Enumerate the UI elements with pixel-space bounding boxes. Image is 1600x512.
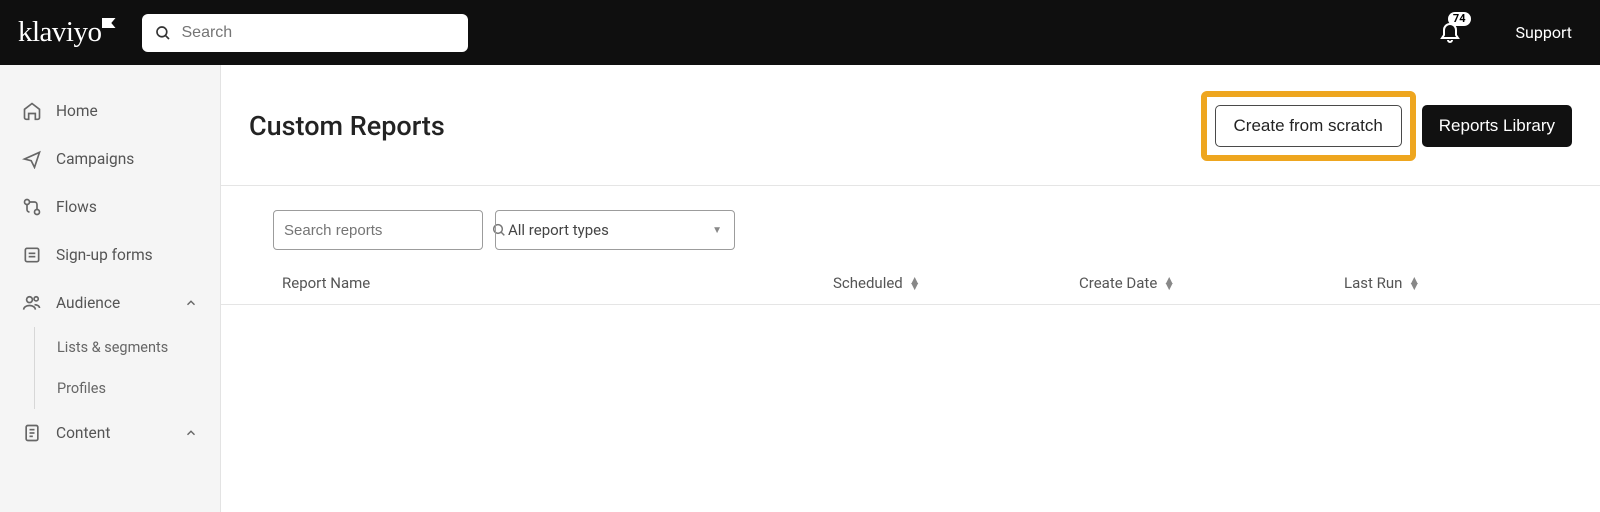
send-icon — [22, 149, 42, 169]
sidebar-item-lists-segments[interactable]: Lists & segments — [35, 327, 220, 368]
support-link[interactable]: Support — [1516, 23, 1572, 42]
search-reports-input[interactable] — [284, 222, 483, 239]
sidebar-item-label: Content — [56, 424, 110, 442]
dropdown-caret-icon: ▼ — [712, 225, 722, 236]
search-reports[interactable] — [273, 210, 483, 250]
create-from-scratch-button[interactable]: Create from scratch — [1215, 105, 1402, 147]
home-icon — [22, 101, 42, 121]
brand-text: klaviyo — [18, 16, 102, 48]
sidebar-item-label: Campaigns — [56, 150, 134, 168]
table-header: Report Name Scheduled ▲▼ Create Date ▲▼ … — [221, 268, 1600, 305]
sidebar-item-label: Profiles — [57, 380, 106, 397]
column-label: Report Name — [282, 274, 370, 292]
page-title: Custom Reports — [249, 110, 445, 142]
notification-count-badge: 74 — [1448, 12, 1471, 26]
content-icon — [22, 423, 42, 443]
sort-icon: ▲▼ — [1163, 277, 1175, 289]
sidebar-item-label: Home — [56, 102, 98, 120]
sidebar-item-campaigns[interactable]: Campaigns — [0, 135, 220, 183]
audience-icon — [22, 293, 42, 313]
column-scheduled[interactable]: Scheduled ▲▼ — [833, 274, 1079, 292]
sidebar-item-content[interactable]: Content — [0, 409, 220, 457]
reports-library-button[interactable]: Reports Library — [1422, 105, 1572, 147]
sidebar-item-label: Sign-up forms — [56, 246, 153, 264]
column-create-date[interactable]: Create Date ▲▼ — [1079, 274, 1344, 292]
sort-icon: ▲▼ — [909, 277, 921, 289]
brand-logo[interactable]: klaviyo — [18, 16, 102, 49]
report-type-select[interactable]: All report types ▼ — [495, 210, 735, 250]
sort-icon: ▲▼ — [1408, 277, 1420, 289]
chevron-up-icon — [184, 426, 198, 440]
brand-flag-icon — [102, 18, 116, 28]
sidebar-item-flows[interactable]: Flows — [0, 183, 220, 231]
sidebar-item-audience[interactable]: Audience — [0, 279, 220, 327]
main-content: Custom Reports Create from scratch Repor… — [221, 65, 1600, 512]
sidebar-item-label: Audience — [56, 294, 120, 312]
form-icon — [22, 245, 42, 265]
sidebar-item-home[interactable]: Home — [0, 87, 220, 135]
sidebar: Home Campaigns Flows Sign-up forms Audie… — [0, 65, 221, 512]
filters-toolbar: All report types ▼ — [221, 186, 1600, 268]
report-type-value: All report types — [508, 221, 609, 239]
page-header: Custom Reports Create from scratch Repor… — [221, 65, 1600, 186]
column-label: Scheduled — [833, 274, 903, 292]
sidebar-item-label: Flows — [56, 198, 97, 216]
sidebar-item-signup-forms[interactable]: Sign-up forms — [0, 231, 220, 279]
topbar: klaviyo 74 Support — [0, 0, 1600, 65]
sidebar-sub-audience: Lists & segments Profiles — [34, 327, 220, 409]
sidebar-item-label: Lists & segments — [57, 339, 168, 356]
chevron-up-icon — [184, 296, 198, 310]
notifications-button[interactable]: 74 — [1438, 19, 1462, 47]
global-search[interactable] — [142, 14, 468, 52]
create-button-highlight: Create from scratch — [1201, 91, 1416, 161]
global-search-input[interactable] — [182, 24, 456, 42]
search-icon — [154, 24, 172, 42]
sidebar-item-profiles[interactable]: Profiles — [35, 368, 220, 409]
column-last-run[interactable]: Last Run ▲▼ — [1344, 274, 1548, 292]
column-label: Last Run — [1344, 274, 1402, 292]
column-label: Create Date — [1079, 274, 1157, 292]
column-report-name[interactable]: Report Name — [273, 274, 833, 292]
flows-icon — [22, 197, 42, 217]
